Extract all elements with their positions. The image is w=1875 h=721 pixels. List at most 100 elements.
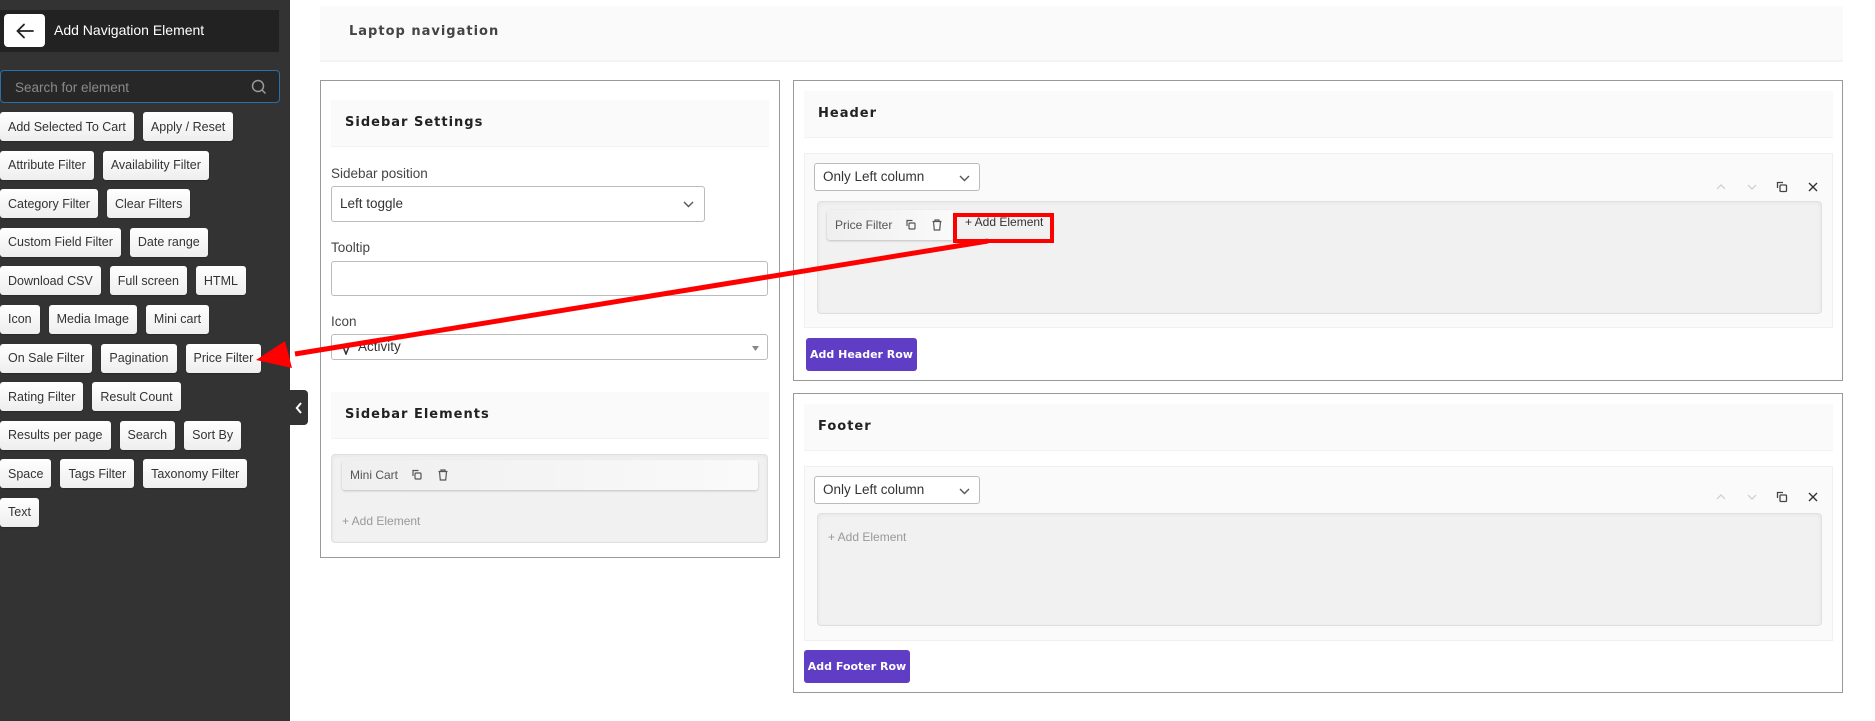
element-row: Text <box>0 497 285 527</box>
element-row: Category Filter Clear Filters <box>0 189 285 219</box>
add-element-sidebar: Add Navigation Element Add Selected To C… <box>0 0 290 721</box>
element-option-availability-filter[interactable]: Availability Filter <box>102 150 209 180</box>
sidebar-title: Add Navigation Element <box>54 22 205 38</box>
element-option-full-screen[interactable]: Full screen <box>109 266 187 296</box>
footer-layout-value: Only Left column <box>823 482 925 497</box>
chevron-left-icon <box>295 401 302 414</box>
trash-icon[interactable] <box>930 218 944 232</box>
element-option-pagination[interactable]: Pagination <box>101 343 177 373</box>
sidebar-settings-title: Sidebar Settings <box>345 115 484 130</box>
sidebar-elements-title: Sidebar Elements <box>345 407 490 422</box>
header-title: Header <box>818 106 878 121</box>
header-layout-select[interactable]: Only Left column <box>814 163 980 191</box>
element-row: Rating Filter Result Count <box>0 382 285 412</box>
element-option-results-per-page[interactable]: Results per page <box>0 420 111 450</box>
sidebar-position-value: Left toggle <box>340 196 404 211</box>
element-option-attribute-filter[interactable]: Attribute Filter <box>0 150 94 180</box>
element-row: Results per page Search Sort By <box>0 420 285 450</box>
element-row: Add Selected To Cart Apply / Reset <box>0 112 285 141</box>
header-layout-value: Only Left column <box>823 169 925 184</box>
add-footer-row-button[interactable]: Add Footer Row <box>804 650 910 683</box>
sidebar-elements-header: Sidebar Elements <box>331 392 769 439</box>
element-option-on-sale-filter[interactable]: On Sale Filter <box>0 343 93 373</box>
sidebar-settings-panel: Sidebar Settings Sidebar position Left t… <box>320 80 780 558</box>
footer-dropzone: + Add Element <box>817 513 1822 626</box>
element-option-sort-by[interactable]: Sort By <box>184 420 242 450</box>
footer-panel: Footer Only Left column + Add Element Ad… <box>793 393 1843 693</box>
element-list: Add Selected To Cart Apply / Reset Attribu… <box>0 112 285 537</box>
back-button[interactable] <box>4 14 45 47</box>
element-option-result-count[interactable]: Result Count <box>92 382 181 412</box>
icon-select[interactable]: Activity <box>331 334 768 360</box>
element-row: Attribute Filter Availability Filter <box>0 150 285 180</box>
activity-icon <box>341 343 351 355</box>
element-option-rating-filter[interactable]: Rating Filter <box>0 382 84 412</box>
caret-down-icon <box>752 346 759 351</box>
element-option-download-csv[interactable]: Download CSV <box>0 266 101 296</box>
tooltip-input[interactable] <box>331 261 768 296</box>
footer-title: Footer <box>818 419 872 434</box>
sidebar-header: Add Navigation Element <box>0 10 279 52</box>
collapse-sidebar-button[interactable] <box>290 390 308 425</box>
duplicate-row-icon[interactable] <box>1776 491 1788 503</box>
element-option-apply-reset[interactable]: Apply / Reset <box>142 112 234 141</box>
page-title: Laptop navigation <box>349 24 500 39</box>
move-up-icon[interactable] <box>1715 491 1727 503</box>
sidebar-elements-dropzone: Mini Cart + Add Element <box>331 454 768 543</box>
sidebar-settings-header: Sidebar Settings <box>331 100 769 147</box>
header-panel-head: Header <box>804 91 1833 138</box>
element-option-mini-cart[interactable]: Mini cart <box>145 304 210 334</box>
element-option-clear-filters[interactable]: Clear Filters <box>106 189 191 219</box>
element-chip-price-filter[interactable]: Price Filter <box>827 210 954 240</box>
add-sidebar-element-link[interactable]: + Add Element <box>342 514 420 528</box>
chevron-down-icon <box>959 175 970 182</box>
element-row: Download CSV Full screen HTML <box>0 266 285 296</box>
search-icon[interactable] <box>251 79 267 95</box>
element-chip-label: Price Filter <box>835 218 893 232</box>
element-option-date-range[interactable]: Date range <box>129 227 208 257</box>
chevron-down-icon <box>683 201 694 208</box>
footer-panel-head: Footer <box>804 404 1833 451</box>
element-option-add-selected-to-cart[interactable]: Add Selected To Cart <box>0 112 134 141</box>
element-option-space[interactable]: Space <box>0 459 52 489</box>
element-option-tags-filter[interactable]: Tags Filter <box>60 459 135 489</box>
sidebar-position-select[interactable]: Left toggle <box>331 186 705 222</box>
arrow-left-icon <box>15 23 34 38</box>
element-row: Icon Media Image Mini cart <box>0 304 285 334</box>
duplicate-row-icon[interactable] <box>1776 181 1788 193</box>
close-icon[interactable] <box>1807 181 1819 193</box>
add-header-row-button[interactable]: Add Header Row <box>806 338 917 371</box>
element-option-search[interactable]: Search <box>119 420 176 450</box>
tooltip-label: Tooltip <box>331 240 371 255</box>
element-option-media-image[interactable]: Media Image <box>48 304 137 334</box>
close-icon[interactable] <box>1807 491 1819 503</box>
trash-icon[interactable] <box>436 468 450 482</box>
duplicate-icon[interactable] <box>904 218 918 232</box>
element-search <box>0 70 280 103</box>
sidebar-position-label: Sidebar position <box>331 166 428 181</box>
chevron-down-icon <box>959 488 970 495</box>
duplicate-icon[interactable] <box>410 468 424 482</box>
icon-value: Activity <box>358 339 401 354</box>
element-row: Custom Field Filter Date range <box>0 227 285 257</box>
header-panel: Header Only Left column Price Filter + A… <box>793 80 1843 381</box>
element-option-custom-field-filter[interactable]: Custom Field Filter <box>0 227 121 257</box>
element-option-text[interactable]: Text <box>0 497 39 527</box>
element-row: On Sale Filter Pagination Price Filter <box>0 343 285 373</box>
move-up-icon[interactable] <box>1715 181 1727 193</box>
element-option-taxonomy-filter[interactable]: Taxonomy Filter <box>143 459 248 489</box>
element-option-html[interactable]: HTML <box>195 266 246 296</box>
footer-layout-select[interactable]: Only Left column <box>814 476 980 504</box>
element-option-price-filter[interactable]: Price Filter <box>185 343 262 373</box>
element-option-icon[interactable]: Icon <box>0 304 40 334</box>
element-option-category-filter[interactable]: Category Filter <box>0 189 98 219</box>
icon-label: Icon <box>331 314 357 329</box>
annotation-highlight-box <box>953 213 1054 243</box>
footer-row: Only Left column + Add Element <box>804 466 1833 641</box>
element-chip-mini-cart[interactable]: Mini Cart <box>342 460 758 490</box>
add-footer-element-link[interactable]: + Add Element <box>828 530 906 544</box>
move-down-icon[interactable] <box>1746 491 1758 503</box>
element-search-input[interactable] <box>15 77 245 97</box>
move-down-icon[interactable] <box>1746 181 1758 193</box>
element-chip-label: Mini Cart <box>350 468 399 482</box>
